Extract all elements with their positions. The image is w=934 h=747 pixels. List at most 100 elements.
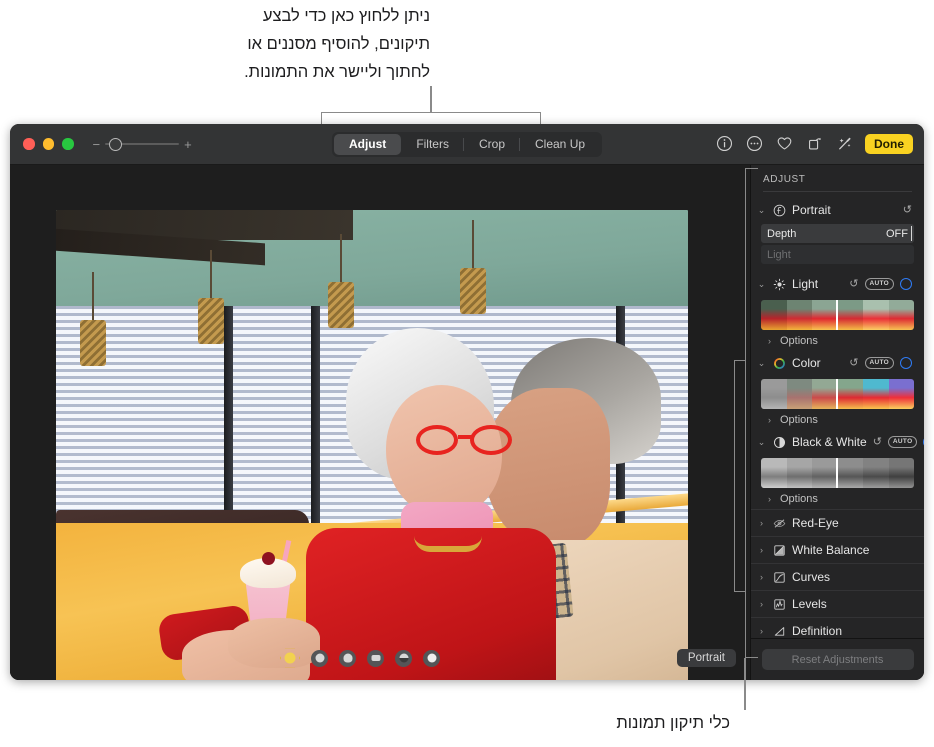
sidebar-item-definition[interactable]: › Definition [751, 617, 924, 638]
section-color[interactable]: ⌄ Color ↺ AUTO [751, 351, 924, 375]
lighting-mode-studio-light[interactable] [311, 649, 328, 667]
sidebar-item-curves[interactable]: › Curves [751, 563, 924, 590]
tab-adjust[interactable]: Adjust [333, 133, 402, 155]
toolbar-actions: Done [715, 133, 913, 155]
zoom-slider-track[interactable] [105, 137, 180, 151]
revert-icon[interactable]: ↺ [849, 357, 858, 369]
toolbar: − + Adjust Filters Crop Clean Up Done [10, 124, 924, 165]
color-options-label: Options [780, 414, 818, 426]
top-callout-line-3: לחתוך וליישר את התמונות. [244, 63, 430, 81]
tab-crop[interactable]: Crop [462, 134, 520, 155]
top-callout: ניתן ללחוץ כאן כדי לבצע תיקונים, להוסיף … [0, 0, 934, 126]
auto-button[interactable]: AUTO [887, 436, 918, 448]
portrait-lighting-bar: Portrait [10, 636, 750, 680]
chevron-right-icon[interactable]: › [765, 494, 774, 504]
lighting-mode-contour-light[interactable] [339, 649, 356, 667]
light-icon [772, 277, 786, 291]
zoom-button[interactable] [62, 138, 74, 150]
sidebar-item-white-balance[interactable]: › White Balance [751, 536, 924, 563]
minimize-button[interactable] [42, 138, 54, 150]
chevron-right-icon[interactable]: › [765, 336, 774, 346]
lighting-mode-high-key-light-mono[interactable] [423, 649, 440, 667]
zoom-out-icon[interactable]: − [93, 138, 101, 151]
close-button[interactable] [23, 138, 35, 150]
portrait-depth-row[interactable]: Depth OFF [761, 224, 914, 243]
adjustments-scroll[interactable]: ADJUST ⌄ Portrait ↺ Depth OFF Light ⌄ Li… [751, 165, 924, 638]
bw-options-label: Options [780, 493, 818, 505]
sidebar-footer: Reset Adjustments [751, 638, 924, 680]
chevron-right-icon[interactable]: › [757, 545, 766, 555]
chevron-right-icon[interactable]: › [757, 626, 766, 636]
editor-mode-tabs[interactable]: Adjust Filters Crop Clean Up [331, 131, 603, 157]
chevron-right-icon[interactable]: › [757, 518, 766, 528]
lighting-mode-stage-light-mono[interactable] [395, 649, 412, 667]
portrait-lighting-modes[interactable] [280, 648, 440, 668]
sidebar-item-levels[interactable]: › Levels [751, 590, 924, 617]
sidebar-item-red-eye[interactable]: › Red-Eye [751, 509, 924, 536]
portrait-light-row[interactable]: Light [761, 245, 914, 264]
color-variations-strip[interactable] [761, 379, 914, 409]
zoom-slider[interactable]: − + [93, 137, 192, 151]
photo-preview[interactable] [56, 210, 688, 680]
auto-button[interactable]: AUTO [864, 357, 894, 369]
section-color-label: Color [792, 356, 821, 370]
done-button[interactable]: Done [865, 133, 913, 155]
window-body: Portrait ADJUST ⌄ Portrait ↺ Depth OFF L… [10, 165, 924, 680]
top-callout-stem [430, 86, 432, 113]
chevron-down-icon[interactable]: ⌄ [757, 279, 766, 290]
rotate-icon[interactable] [805, 134, 824, 153]
section-black-and-white[interactable]: ⌄ Black & White ↺ AUTO [751, 430, 924, 454]
favorite-icon[interactable] [775, 134, 794, 153]
bottom-callout-text: כלי תיקון תמונות [616, 714, 730, 732]
chevron-right-icon[interactable]: › [765, 415, 774, 425]
chevron-down-icon[interactable]: ⌄ [757, 358, 766, 369]
photo-canvas: Portrait [10, 165, 750, 680]
portrait-badge[interactable]: Portrait [676, 649, 736, 667]
auto-button[interactable]: AUTO [864, 278, 894, 290]
sidebar-callout-bracket [745, 168, 758, 658]
chevron-right-icon[interactable]: › [757, 572, 766, 582]
chevron-down-icon[interactable]: ⌄ [757, 437, 766, 448]
revert-icon[interactable]: ↺ [849, 278, 858, 290]
auto-enhance-icon[interactable] [835, 134, 854, 153]
more-icon[interactable] [745, 134, 764, 153]
lighting-mode-natural-light[interactable] [280, 648, 300, 668]
toggle-on-indicator[interactable] [900, 278, 912, 290]
section-light[interactable]: ⌄ Light ↺ AUTO [751, 272, 924, 296]
chevron-down-icon[interactable]: ⌄ [757, 205, 766, 216]
red-eye-icon [772, 516, 786, 530]
text-caret [910, 226, 912, 241]
revert-icon[interactable]: ↺ [873, 436, 882, 448]
top-callout-line-2: תיקונים, להוסיף מסננים או [247, 35, 430, 53]
light-options-label: Options [780, 335, 818, 347]
zoom-in-icon[interactable]: + [184, 138, 192, 151]
top-callout-line-1: ניתן ללחוץ כאן כדי לבצע [262, 7, 430, 25]
info-icon[interactable] [715, 134, 734, 153]
reset-adjustments-button[interactable]: Reset Adjustments [761, 649, 914, 670]
section-light-label: Light [792, 277, 819, 291]
white-balance-icon [772, 543, 786, 557]
toggle-on-indicator[interactable] [900, 357, 912, 369]
tab-filters[interactable]: Filters [401, 134, 464, 155]
sidebar-item-label: Curves [792, 570, 831, 584]
color-options-row[interactable]: › Options [751, 411, 924, 430]
color-icon [772, 356, 786, 370]
revert-icon[interactable]: ↺ [903, 204, 912, 216]
toggle-on-indicator[interactable] [923, 436, 924, 448]
section-portrait[interactable]: ⌄ Portrait ↺ [751, 198, 924, 222]
bw-options-row[interactable]: › Options [751, 490, 924, 509]
top-callout-text: ניתן ללחוץ כאן כדי לבצע תיקונים, להוסיף … [0, 2, 430, 86]
light-options-row[interactable]: › Options [751, 332, 924, 351]
curves-icon [772, 570, 786, 584]
black-and-white-icon [772, 435, 786, 449]
light-variations-strip[interactable] [761, 300, 914, 330]
bw-variations-strip[interactable] [761, 458, 914, 488]
tab-clean-up[interactable]: Clean Up [518, 134, 600, 155]
portrait-depth-value: OFF [886, 227, 908, 240]
traffic-lights[interactable] [23, 138, 74, 150]
photo-image [56, 210, 688, 680]
portrait-light-label: Light [767, 248, 791, 261]
lighting-mode-stage-light[interactable] [367, 649, 384, 667]
chevron-right-icon[interactable]: › [757, 599, 766, 609]
zoom-slider-knob[interactable] [109, 137, 123, 151]
